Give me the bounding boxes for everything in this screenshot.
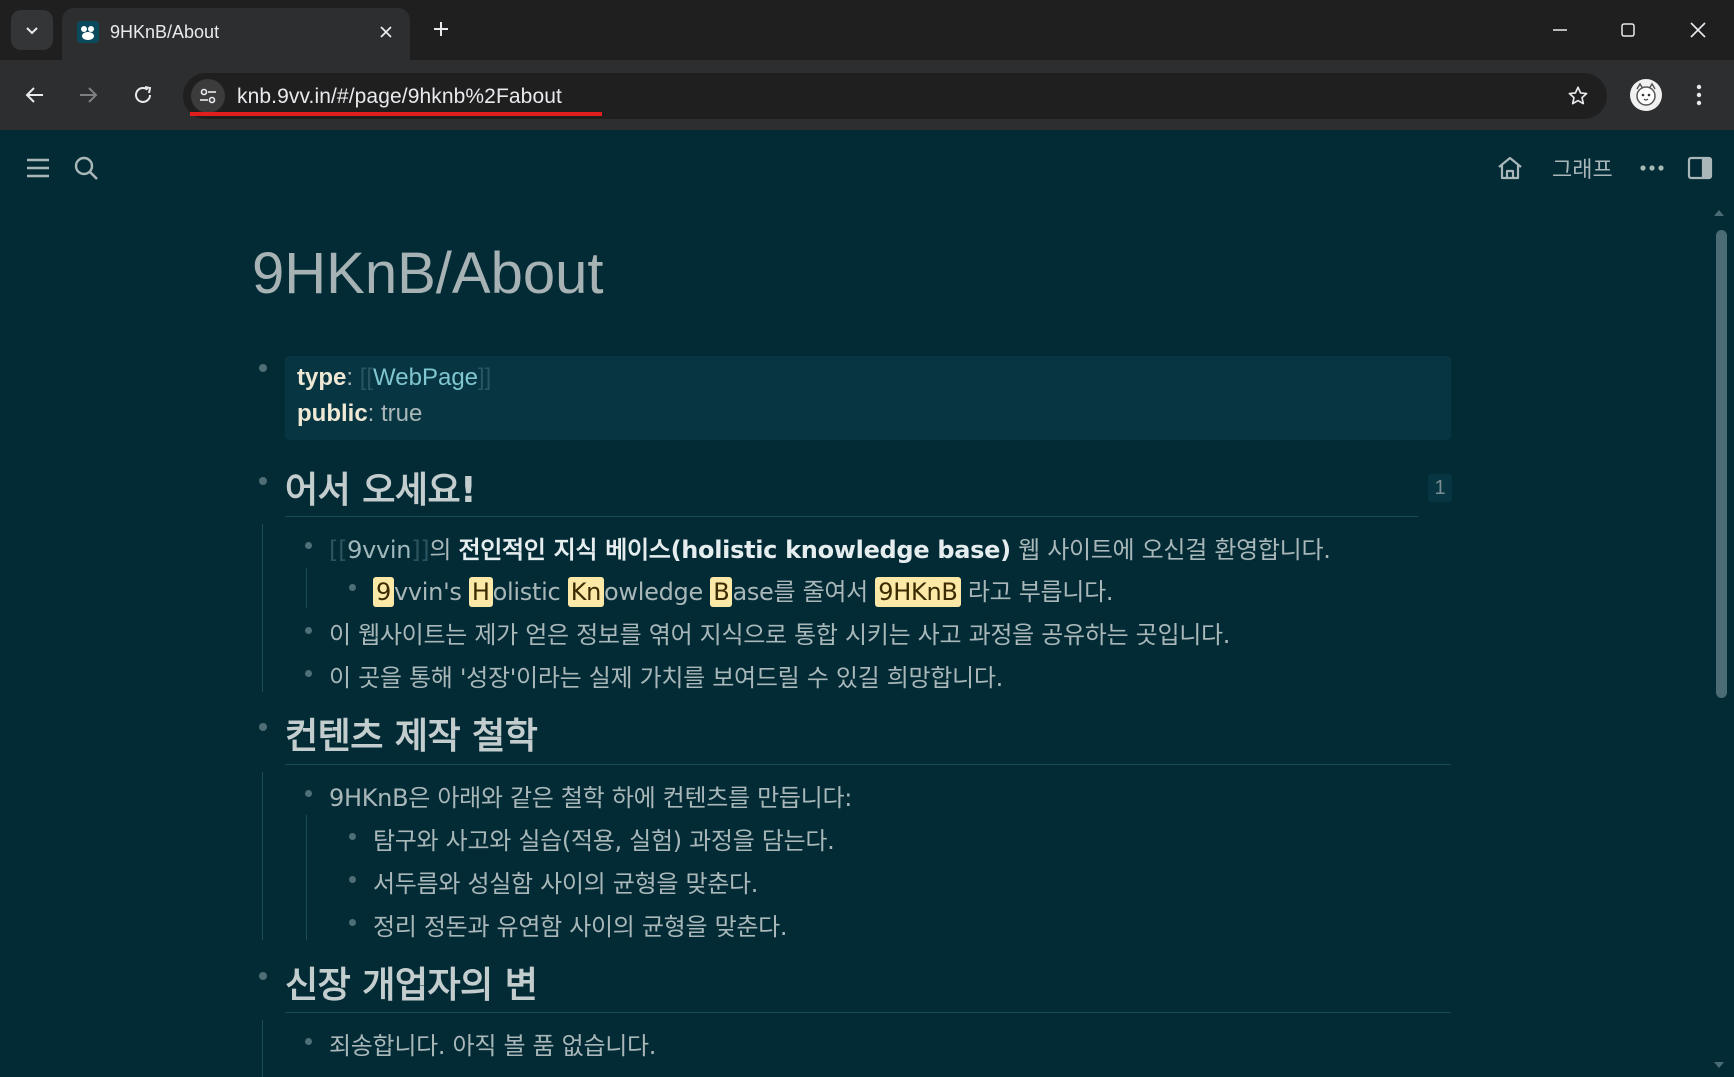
text-span: ase를 줄여서 xyxy=(732,578,876,606)
block-bullet[interactable] xyxy=(305,670,312,677)
block-bullet[interactable] xyxy=(349,584,356,591)
block-children-guide xyxy=(306,568,307,608)
block-children-guide xyxy=(306,815,307,940)
block-bullet[interactable] xyxy=(259,723,267,731)
page-properties-block[interactable]: type: [[WebPage]] public: true xyxy=(285,356,1451,440)
page-ref-link[interactable]: WebPage xyxy=(373,364,478,391)
block-children-guide xyxy=(262,772,263,940)
bold-text: 전인적인 지식 베이스(holistic knowledge base) xyxy=(458,536,1011,564)
browser-menu-icon[interactable] xyxy=(1684,80,1714,110)
highlight: 9 xyxy=(373,577,394,607)
block-bullet[interactable] xyxy=(349,833,356,840)
section-heading[interactable]: 신장 개업자의 변 xyxy=(285,956,538,1008)
text-span: owledge xyxy=(604,578,711,606)
browser-tabbar: 9HKnB/About xyxy=(0,0,1734,60)
property-key: public xyxy=(297,400,368,427)
welcome-line[interactable]: [[9vvin]]의 전인적인 지식 베이스(holistic knowledg… xyxy=(329,530,1331,565)
bookmark-star-icon[interactable] xyxy=(1563,81,1593,111)
block-bullet[interactable] xyxy=(305,542,312,549)
block-ref-count-badge[interactable]: 1 xyxy=(1428,474,1452,502)
heading-divider xyxy=(285,1012,1451,1013)
right-sidebar-toggle-icon[interactable] xyxy=(1680,148,1720,188)
property-key: type xyxy=(297,364,347,391)
profile-avatar[interactable] xyxy=(1630,79,1662,111)
chevron-down-icon xyxy=(26,27,38,35)
property-type: type: [[WebPage]] xyxy=(297,364,492,391)
list-item[interactable]: 죄송합니다. 아직 볼 품 없습니다. xyxy=(329,1026,656,1061)
url-text[interactable]: knb.9vv.in/#/page/9hknb%2Fabout xyxy=(237,85,562,109)
text-span: olistic xyxy=(492,578,568,606)
text-span: 의 xyxy=(429,536,459,564)
block-bullet[interactable] xyxy=(349,919,356,926)
heading-divider xyxy=(285,764,1451,765)
minimize-icon[interactable] xyxy=(1542,12,1578,48)
list-item[interactable]: 9HKnB은 아래와 같은 철학 하에 컨텐츠를 만듭니다: xyxy=(329,778,852,813)
new-tab-plus-icon[interactable] xyxy=(426,14,456,44)
list-item[interactable]: 서두름와 성실함 사이의 균형을 맞춘다. xyxy=(373,864,758,899)
highlight: 9HKnB xyxy=(875,577,961,607)
maximize-icon[interactable] xyxy=(1610,12,1646,48)
close-window-icon[interactable] xyxy=(1680,12,1716,48)
scroll-up-arrow-icon[interactable] xyxy=(1712,206,1726,220)
more-options-icon[interactable] xyxy=(1632,148,1672,188)
page-ref-link[interactable]: 9vvin xyxy=(347,536,411,564)
heading-divider xyxy=(285,516,1418,517)
block-bullet[interactable] xyxy=(305,627,312,634)
block-bullet[interactable] xyxy=(305,790,312,797)
list-item[interactable]: 탐구와 사고와 실습(적용, 실험) 과정을 담는다. xyxy=(373,821,835,856)
highlight: Kn xyxy=(567,577,605,607)
graph-view-link[interactable]: 그래프 xyxy=(1552,152,1613,184)
page-title[interactable]: 9HKnB/About xyxy=(252,240,603,307)
list-item[interactable]: 정리 정돈과 유연함 사이의 균형을 맞춘다. xyxy=(373,907,788,942)
sidebar-menu-icon[interactable] xyxy=(18,148,58,188)
tab-title: 9HKnB/About xyxy=(110,22,220,42)
back-arrow-icon[interactable] xyxy=(14,74,56,116)
browser-toolbar: knb.9vv.in/#/page/9hknb%2Fabout xyxy=(0,60,1734,130)
highlight: B xyxy=(710,577,733,607)
scroll-down-arrow-icon[interactable] xyxy=(1712,1058,1726,1072)
forward-arrow-icon[interactable] xyxy=(67,74,109,116)
text-span: 라고 부릅니다. xyxy=(960,578,1114,606)
search-icon[interactable] xyxy=(66,148,106,188)
list-item[interactable]: 이 웹사이트는 제가 얻은 정보를 엮어 지식으로 통합 시키는 사고 과정을 … xyxy=(329,615,1230,650)
site-favicon-icon xyxy=(77,21,99,43)
block-children-guide xyxy=(262,1020,263,1077)
block-bullet[interactable] xyxy=(259,972,267,980)
scrollbar-thumb[interactable] xyxy=(1716,230,1727,698)
reload-icon[interactable] xyxy=(122,74,164,116)
text-span: vvin's xyxy=(393,578,469,606)
browser-tab-active[interactable]: 9HKnB/About xyxy=(62,8,410,60)
block-children-guide xyxy=(262,524,263,692)
site-settings-icon[interactable] xyxy=(191,79,225,113)
cat-avatar-icon xyxy=(1636,82,1656,106)
list-item[interactable]: 이 곳을 통해 '성장'이라는 실제 가치를 보여드릴 수 있길 희망합니다. xyxy=(329,658,1003,693)
block-bullet[interactable] xyxy=(259,364,267,372)
section-heading[interactable]: 어서 오세요! xyxy=(285,461,477,513)
highlight: H xyxy=(468,577,493,607)
block-bullet[interactable] xyxy=(305,1038,312,1045)
section-heading[interactable]: 컨텐츠 제작 철학 xyxy=(285,707,538,759)
text-span: 웹 사이트에 오신걸 환영합니다. xyxy=(1010,536,1331,564)
tab-search-button[interactable] xyxy=(11,10,53,50)
url-underline-annotation xyxy=(190,112,602,116)
property-value: true xyxy=(381,400,423,427)
home-icon[interactable] xyxy=(1490,148,1530,188)
property-public: public: true xyxy=(297,400,423,427)
tab-close-icon[interactable] xyxy=(374,20,398,44)
block-bullet[interactable] xyxy=(349,876,356,883)
acronym-line[interactable]: 9 vvin's Holistic Kn owledge Base를 줄여서 9HK… xyxy=(373,572,1114,607)
block-bullet[interactable] xyxy=(259,477,267,485)
app-header: 그래프 xyxy=(0,130,1734,206)
